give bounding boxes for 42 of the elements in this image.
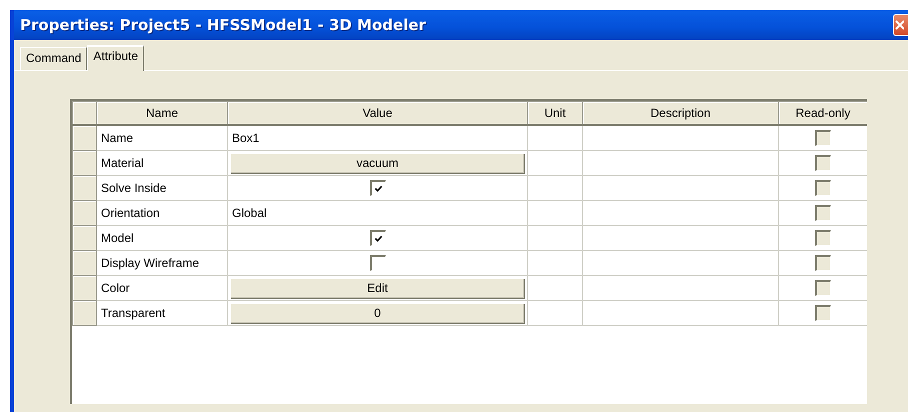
property-name: Orientation xyxy=(96,200,228,226)
property-name: Model xyxy=(96,226,228,250)
row-header[interactable] xyxy=(72,276,96,300)
row-header[interactable] xyxy=(72,226,96,250)
property-value[interactable]: Global xyxy=(228,200,528,226)
row-header[interactable] xyxy=(72,125,96,150)
row-header xyxy=(72,102,96,125)
read-only-checkbox[interactable] xyxy=(815,155,831,171)
value-button[interactable]: 0 xyxy=(230,302,525,324)
read-only-checkbox[interactable] xyxy=(815,305,831,321)
column-header[interactable]: Name xyxy=(96,102,228,125)
value-button[interactable]: Edit xyxy=(230,278,525,298)
column-header[interactable]: Read-only xyxy=(778,102,867,125)
read-only-checkbox[interactable] xyxy=(815,130,831,146)
property-name: Solve Inside xyxy=(96,176,228,200)
tab[interactable]: Command xyxy=(20,47,88,70)
read-only-checkbox[interactable] xyxy=(815,205,831,221)
check-icon xyxy=(374,234,382,243)
column-header[interactable]: Description xyxy=(582,102,778,125)
close-button[interactable] xyxy=(893,14,908,36)
tab[interactable]: Attribute xyxy=(87,45,144,71)
property-value[interactable]: Box1 xyxy=(228,125,528,150)
window-title: Properties: Project5 - HFSSModel1 - 3D Modeler xyxy=(20,16,426,34)
close-icon xyxy=(894,19,904,31)
read-only-checkbox[interactable] xyxy=(815,255,831,271)
property-name: Material xyxy=(96,150,228,176)
property-name: Transparent xyxy=(96,300,228,326)
read-only-checkbox[interactable] xyxy=(815,280,831,296)
column-header[interactable]: Value xyxy=(228,102,528,125)
row-header[interactable] xyxy=(72,200,96,226)
value-button[interactable]: vacuum xyxy=(230,152,525,174)
row-header[interactable] xyxy=(72,176,96,200)
check-icon xyxy=(374,184,382,193)
row-header[interactable] xyxy=(72,300,96,326)
row-header[interactable] xyxy=(72,150,96,176)
property-name: Color xyxy=(96,276,228,300)
column-header[interactable]: Unit xyxy=(528,102,582,125)
row-header[interactable] xyxy=(72,250,96,276)
read-only-checkbox[interactable] xyxy=(815,180,831,196)
read-only-checkbox[interactable] xyxy=(815,230,831,246)
property-name: Display Wireframe xyxy=(96,250,228,276)
property-name: Name xyxy=(96,125,228,150)
